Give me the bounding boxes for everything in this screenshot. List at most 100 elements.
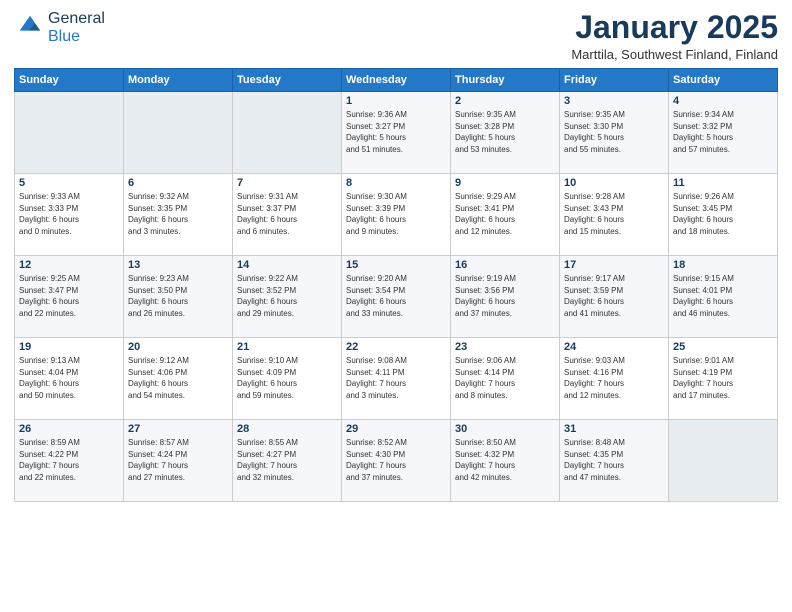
day-number: 10 [564,177,664,189]
calendar-cell: 3 Sunrise: 9:35 AM Sunset: 3:30 PM Daylig… [560,92,669,174]
day-content: Sunrise: 9:28 AM Sunset: 3:43 PM Dayligh… [564,191,664,237]
day-number: 8 [346,177,446,189]
day-number: 1 [346,95,446,107]
calendar-cell: 16 Sunrise: 9:19 AM Sunset: 3:56 PM Dayli… [451,256,560,338]
day-number: 5 [19,177,119,189]
day-number: 29 [346,423,446,435]
day-content: Sunrise: 9:23 AM Sunset: 3:50 PM Dayligh… [128,273,228,319]
calendar-header-row: SundayMondayTuesdayWednesdayThursdayFrid… [15,69,778,92]
calendar-cell: 19Sunrise: 9:13 AM Sunset: 4:04 PM Dayli… [15,338,124,420]
day-content: Sunrise: 9:19 AM Sunset: 3:56 PM Dayligh… [455,273,555,319]
day-content: Sunrise: 9:22 AM Sunset: 3:52 PM Dayligh… [237,273,337,319]
day-number: 16 [455,259,555,271]
day-content: Sunrise: 9:06 AM Sunset: 4:14 PM Dayligh… [455,355,555,401]
calendar-cell [669,420,778,502]
day-number: 20 [128,341,228,353]
calendar-cell: 20Sunrise: 9:12 AM Sunset: 4:06 PM Dayli… [124,338,233,420]
weekday-header: Thursday [451,69,560,92]
calendar-cell [124,92,233,174]
logo: General Blue [14,10,105,46]
location-title: Marttila, Southwest Finland, Finland [571,47,778,62]
calendar-cell: 17Sunrise: 9:17 AM Sunset: 3:59 PM Dayli… [560,256,669,338]
calendar-cell: 4 Sunrise: 9:34 AM Sunset: 3:32 PM Daylig… [669,92,778,174]
calendar-cell: 9 Sunrise: 9:29 AM Sunset: 3:41 PM Daylig… [451,174,560,256]
calendar-cell: 6 Sunrise: 9:32 AM Sunset: 3:35 PM Daylig… [124,174,233,256]
calendar-cell: 25 Sunrise: 9:01 AM Sunset: 4:19 PM Dayli… [669,338,778,420]
weekday-header: Monday [124,69,233,92]
weekday-header: Sunday [15,69,124,92]
day-number: 22 [346,341,446,353]
day-number: 4 [673,95,773,107]
day-number: 27 [128,423,228,435]
day-number: 11 [673,177,773,189]
page-header: General Blue January 2025 Marttila, Sout… [14,10,778,62]
month-title: January 2025 [571,10,778,45]
calendar-cell: 1Sunrise: 9:36 AM Sunset: 3:27 PM Daylig… [342,92,451,174]
day-content: Sunrise: 9:17 AM Sunset: 3:59 PM Dayligh… [564,273,664,319]
calendar-cell: 23 Sunrise: 9:06 AM Sunset: 4:14 PM Dayli… [451,338,560,420]
day-number: 19 [19,341,119,353]
calendar-cell: 24 Sunrise: 9:03 AM Sunset: 4:16 PM Dayli… [560,338,669,420]
calendar-cell: 10 Sunrise: 9:28 AM Sunset: 3:43 PM Dayli… [560,174,669,256]
calendar-week-row: 26 Sunrise: 8:59 AM Sunset: 4:22 PM Dayli… [15,420,778,502]
calendar-cell [233,92,342,174]
day-content: Sunrise: 8:59 AM Sunset: 4:22 PM Dayligh… [19,437,119,483]
day-content: Sunrise: 9:29 AM Sunset: 3:41 PM Dayligh… [455,191,555,237]
day-content: Sunrise: 8:50 AM Sunset: 4:32 PM Dayligh… [455,437,555,483]
day-number: 3 [564,95,664,107]
calendar-cell: 21 Sunrise: 9:10 AM Sunset: 4:09 PM Dayli… [233,338,342,420]
day-number: 13 [128,259,228,271]
calendar-cell: 5Sunrise: 9:33 AM Sunset: 3:33 PM Daylig… [15,174,124,256]
day-content: Sunrise: 8:57 AM Sunset: 4:24 PM Dayligh… [128,437,228,483]
day-content: Sunrise: 9:20 AM Sunset: 3:54 PM Dayligh… [346,273,446,319]
day-content: Sunrise: 9:31 AM Sunset: 3:37 PM Dayligh… [237,191,337,237]
day-content: Sunrise: 9:35 AM Sunset: 3:28 PM Dayligh… [455,109,555,155]
calendar-cell: 15Sunrise: 9:20 AM Sunset: 3:54 PM Dayli… [342,256,451,338]
title-area: January 2025 Marttila, Southwest Finland… [571,10,778,62]
calendar-cell: 14 Sunrise: 9:22 AM Sunset: 3:52 PM Dayli… [233,256,342,338]
calendar-cell: 22Sunrise: 9:08 AM Sunset: 4:11 PM Dayli… [342,338,451,420]
day-number: 30 [455,423,555,435]
day-number: 28 [237,423,337,435]
day-number: 25 [673,341,773,353]
day-content: Sunrise: 9:35 AM Sunset: 3:30 PM Dayligh… [564,109,664,155]
day-content: Sunrise: 8:55 AM Sunset: 4:27 PM Dayligh… [237,437,337,483]
calendar-cell: 31Sunrise: 8:48 AM Sunset: 4:35 PM Dayli… [560,420,669,502]
day-number: 18 [673,259,773,271]
day-content: Sunrise: 9:34 AM Sunset: 3:32 PM Dayligh… [673,109,773,155]
calendar-week-row: 5Sunrise: 9:33 AM Sunset: 3:33 PM Daylig… [15,174,778,256]
day-content: Sunrise: 9:01 AM Sunset: 4:19 PM Dayligh… [673,355,773,401]
day-content: Sunrise: 9:10 AM Sunset: 4:09 PM Dayligh… [237,355,337,401]
calendar-table: SundayMondayTuesdayWednesdayThursdayFrid… [14,68,778,502]
weekday-header: Wednesday [342,69,451,92]
day-content: Sunrise: 9:26 AM Sunset: 3:45 PM Dayligh… [673,191,773,237]
day-number: 23 [455,341,555,353]
day-number: 7 [237,177,337,189]
day-number: 26 [19,423,119,435]
day-number: 14 [237,259,337,271]
day-content: Sunrise: 9:03 AM Sunset: 4:16 PM Dayligh… [564,355,664,401]
calendar-cell: 11 Sunrise: 9:26 AM Sunset: 3:45 PM Dayli… [669,174,778,256]
day-content: Sunrise: 9:30 AM Sunset: 3:39 PM Dayligh… [346,191,446,237]
weekday-header: Friday [560,69,669,92]
day-content: Sunrise: 9:25 AM Sunset: 3:47 PM Dayligh… [19,273,119,319]
logo-icon [16,12,44,40]
day-number: 9 [455,177,555,189]
calendar-cell: 27 Sunrise: 8:57 AM Sunset: 4:24 PM Dayli… [124,420,233,502]
day-number: 6 [128,177,228,189]
weekday-header: Tuesday [233,69,342,92]
day-number: 31 [564,423,664,435]
weekday-header: Saturday [669,69,778,92]
day-number: 24 [564,341,664,353]
calendar-cell: 30 Sunrise: 8:50 AM Sunset: 4:32 PM Dayli… [451,420,560,502]
day-content: Sunrise: 9:15 AM Sunset: 4:01 PM Dayligh… [673,273,773,319]
day-number: 2 [455,95,555,107]
calendar-cell [15,92,124,174]
calendar-week-row: 19Sunrise: 9:13 AM Sunset: 4:04 PM Dayli… [15,338,778,420]
calendar-cell: 18 Sunrise: 9:15 AM Sunset: 4:01 PM Dayli… [669,256,778,338]
day-content: Sunrise: 9:32 AM Sunset: 3:35 PM Dayligh… [128,191,228,237]
day-number: 21 [237,341,337,353]
calendar-cell: 12 Sunrise: 9:25 AM Sunset: 3:47 PM Dayli… [15,256,124,338]
calendar-cell: 7 Sunrise: 9:31 AM Sunset: 3:37 PM Daylig… [233,174,342,256]
day-number: 12 [19,259,119,271]
